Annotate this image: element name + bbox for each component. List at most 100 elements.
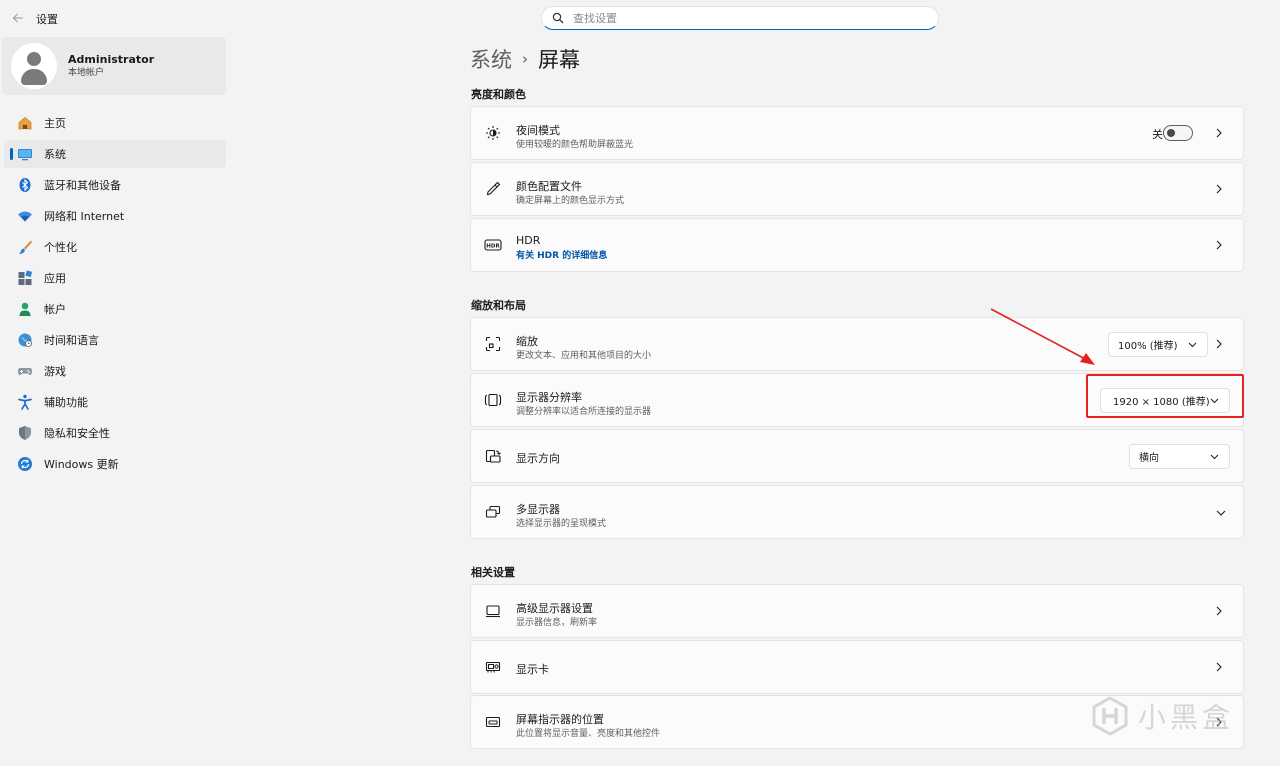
sidebar-item-label: 游戏 (44, 365, 66, 378)
scale-title: 缩放 (516, 335, 538, 348)
advanced-display-card[interactable]: 高级显示器设置 显示器信息，刷新率 (470, 584, 1244, 638)
section-title-related: 相关设置 (471, 566, 515, 579)
orientation-title: 显示方向 (516, 452, 560, 465)
sidebar-item-apps[interactable]: 应用 (4, 264, 226, 292)
scale-card[interactable]: 缩放 更改文本、应用和其他项目的大小 100% (推荐) (470, 317, 1244, 371)
update-icon (17, 456, 33, 472)
chevron-right-icon (1216, 606, 1222, 616)
sidebar-item-personalization[interactable]: 个性化 (4, 233, 226, 261)
color-profile-card[interactable]: 颜色配置文件 确定屏幕上的颜色显示方式 (470, 162, 1244, 216)
resolution-icon (484, 391, 502, 409)
section-title-scale-layout: 缩放和布局 (471, 299, 526, 312)
multi-display-card[interactable]: 多显示器 选择显示器的呈现模式 (470, 485, 1244, 539)
sidebar-item-label: 个性化 (44, 241, 77, 254)
breadcrumb-separator-icon: › (522, 50, 528, 68)
sidebar-item-label: 主页 (44, 117, 66, 130)
watermark-logo-icon (1092, 696, 1128, 736)
annotation-highlight-box (1086, 374, 1244, 418)
user-card[interactable]: Administrator 本地帐户 (2, 37, 226, 95)
breadcrumb-parent[interactable]: 系统 (470, 44, 512, 74)
graphics-card-icon (484, 658, 502, 676)
advanced-display-subtitle: 显示器信息，刷新率 (516, 618, 598, 628)
orientation-dropdown-value: 横向 (1139, 453, 1159, 464)
chevron-right-icon (1216, 184, 1222, 194)
search-input[interactable] (573, 11, 913, 25)
night-light-title: 夜间模式 (516, 124, 560, 137)
brush-icon (17, 239, 33, 255)
account-type: 本地帐户 (68, 67, 105, 78)
brightness-icon (484, 124, 502, 142)
sidebar-item-label: 应用 (44, 272, 66, 285)
accessibility-icon (17, 394, 33, 410)
sidebar-item-accessibility[interactable]: 辅助功能 (4, 388, 226, 416)
scale-dropdown[interactable]: 100% (推荐) (1108, 332, 1208, 357)
hdr-icon: HDR (484, 236, 502, 254)
orientation-card[interactable]: 显示方向 横向 (470, 429, 1244, 483)
multi-display-icon (484, 503, 502, 521)
multi-display-subtitle: 选择显示器的呈现模式 (516, 519, 607, 529)
app-title: 设置 (36, 13, 58, 26)
avatar (11, 43, 57, 89)
sidebar-item-system[interactable]: 系统 (4, 140, 226, 168)
sidebar-item-label: 帐户 (44, 303, 66, 316)
sidebar-item-accounts[interactable]: 帐户 (4, 295, 226, 323)
sidebar-item-label: 辅助功能 (44, 396, 88, 409)
hdr-info-link[interactable]: 有关 HDR 的详细信息 (516, 248, 607, 261)
system-icon (17, 146, 33, 162)
page-title: 屏幕 (538, 48, 580, 72)
sidebar-item-label: 时间和语言 (44, 334, 99, 347)
scale-dropdown-value: 100% (推荐) (1118, 341, 1178, 352)
eyedropper-icon (484, 180, 502, 198)
annotation-arrow-icon (990, 308, 1095, 365)
search-box[interactable] (541, 6, 939, 30)
indicator-position-subtitle: 此位置将显示音量、亮度和其他控件 (516, 729, 661, 739)
globe-icon (17, 332, 33, 348)
sidebar-item-label: 隐私和安全性 (44, 427, 110, 440)
advanced-display-title: 高级显示器设置 (516, 602, 593, 615)
breadcrumb: 系统 › 屏幕 (470, 44, 580, 74)
chevron-right-icon (1216, 240, 1222, 250)
back-arrow-icon (12, 13, 23, 23)
sidebar-item-bluetooth[interactable]: 蓝牙和其他设备 (4, 171, 226, 199)
sidebar-item-label: 系统 (44, 148, 66, 161)
chevron-right-icon (1216, 662, 1222, 672)
apps-icon (17, 270, 33, 286)
bluetooth-icon (17, 177, 33, 193)
hdr-title: HDR (516, 234, 541, 247)
gamepad-icon (17, 363, 33, 379)
monitor-icon (484, 602, 502, 620)
sidebar-item-privacy[interactable]: 隐私和安全性 (4, 419, 226, 447)
chevron-right-icon (1216, 128, 1222, 138)
sidebar-item-time-language[interactable]: 时间和语言 (4, 326, 226, 354)
network-icon (17, 208, 33, 224)
watermark-text: 小黑盒 (1138, 701, 1235, 734)
night-light-toggle[interactable] (1163, 125, 1193, 141)
sidebar-item-home[interactable]: 主页 (4, 109, 226, 137)
color-profile-subtitle: 确定屏幕上的颜色显示方式 (516, 196, 625, 206)
resolution-title: 显示器分辨率 (516, 391, 582, 404)
sidebar-item-windows-update[interactable]: Windows 更新 (4, 450, 226, 478)
sidebar-item-network[interactable]: 网络和 Internet (4, 202, 226, 230)
chevron-right-icon (1216, 339, 1222, 349)
orientation-dropdown[interactable]: 横向 (1129, 444, 1230, 469)
home-icon (17, 115, 33, 131)
indicator-position-title: 屏幕指示器的位置 (516, 713, 604, 726)
hdr-card[interactable]: HDR HDR 有关 HDR 的详细信息 (470, 218, 1244, 272)
night-light-card[interactable]: 夜间模式 使用较暖的颜色帮助屏蔽蓝光 关 (470, 106, 1244, 160)
account-icon (17, 301, 33, 317)
color-profile-title: 颜色配置文件 (516, 180, 582, 193)
chevron-down-icon (1216, 510, 1226, 516)
back-button[interactable] (8, 8, 28, 28)
sidebar-nav: 主页 系统 蓝牙和其他设备 网络和 Internet 个性化 应用 帐户 时间和… (4, 109, 226, 481)
orientation-icon (484, 447, 502, 465)
user-name: Administrator (68, 52, 155, 66)
chevron-down-icon (1210, 454, 1219, 460)
night-light-toggle-label: 关 (1152, 128, 1163, 141)
graphics-card[interactable]: 显示卡 (470, 640, 1244, 694)
chevron-down-icon (1188, 342, 1197, 348)
indicator-icon (484, 713, 502, 731)
shield-icon (17, 425, 33, 441)
scale-subtitle: 更改文本、应用和其他项目的大小 (516, 351, 652, 361)
sidebar-item-gaming[interactable]: 游戏 (4, 357, 226, 385)
sidebar-item-label: 网络和 Internet (44, 210, 125, 223)
